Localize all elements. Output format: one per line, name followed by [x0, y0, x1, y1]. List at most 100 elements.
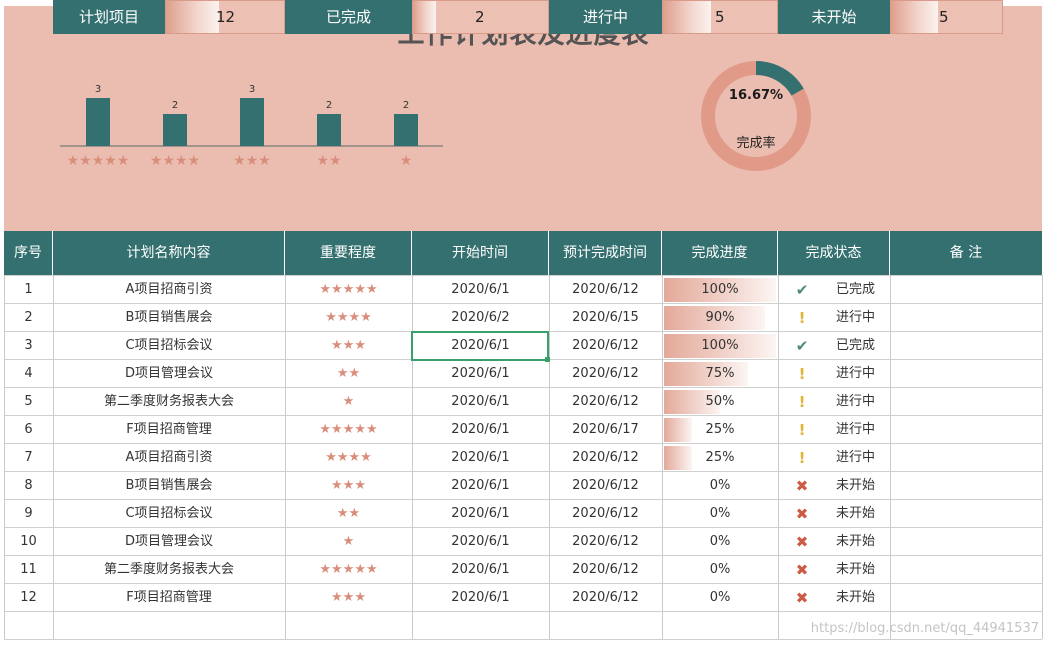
- row-number-cell[interactable]: 9: [4, 500, 53, 528]
- column-header[interactable]: 计划名称内容: [53, 231, 285, 275]
- progress-cell[interactable]: 0%: [662, 500, 778, 528]
- remarks-cell[interactable]: [890, 444, 1042, 472]
- due-date-cell[interactable]: 2020/6/12: [549, 332, 662, 360]
- task-name-cell[interactable]: C项目招标会议: [53, 500, 285, 528]
- remarks-cell[interactable]: [890, 388, 1042, 416]
- table-row[interactable]: 8 B项目销售展会 ★★★ 2020/6/1 2020/6/12 0% ✖ 未开始: [4, 472, 1042, 500]
- row-number-cell[interactable]: 4: [4, 360, 53, 388]
- status-cell[interactable]: ✖ 未开始: [778, 472, 890, 500]
- due-date-cell[interactable]: 2020/6/12: [549, 444, 662, 472]
- due-date-cell[interactable]: 2020/6/12: [549, 500, 662, 528]
- table-row[interactable]: 5 第二季度财务报表大会 ★ 2020/6/1 2020/6/12 50%! 进行中: [4, 388, 1042, 416]
- due-date-cell[interactable]: 2020/6/12: [549, 360, 662, 388]
- column-header[interactable]: 完成状态: [778, 231, 890, 275]
- task-name-cell[interactable]: A项目招商引资: [53, 276, 285, 304]
- task-name-cell[interactable]: B项目销售展会: [53, 304, 285, 332]
- row-number-cell[interactable]: 1: [4, 276, 53, 304]
- progress-cell[interactable]: 25%: [662, 416, 778, 444]
- row-number-cell[interactable]: 8: [4, 472, 53, 500]
- row-number-cell[interactable]: 7: [4, 444, 53, 472]
- progress-cell[interactable]: 90%: [662, 304, 778, 332]
- status-cell[interactable]: ✔ 已完成: [778, 276, 890, 304]
- progress-cell[interactable]: 75%: [662, 360, 778, 388]
- start-date-cell[interactable]: 2020/6/1: [412, 444, 549, 472]
- progress-cell[interactable]: 0%: [662, 472, 778, 500]
- remarks-cell[interactable]: [890, 528, 1042, 556]
- task-name-cell[interactable]: D项目管理会议: [53, 360, 285, 388]
- due-date-cell[interactable]: 2020/6/12: [549, 584, 662, 612]
- due-date-cell[interactable]: 2020/6/15: [549, 304, 662, 332]
- table-row[interactable]: 6 F项目招商管理 ★★★★★ 2020/6/1 2020/6/17 25%! 进行中: [4, 416, 1042, 444]
- status-cell[interactable]: ✔ 已完成: [778, 332, 890, 360]
- remarks-cell[interactable]: [890, 556, 1042, 584]
- importance-stars-cell[interactable]: ★★: [285, 360, 412, 388]
- row-number-cell[interactable]: 5: [4, 388, 53, 416]
- table-row[interactable]: 2 B项目销售展会 ★★★★ 2020/6/2 2020/6/15 90%! 进行中: [4, 304, 1042, 332]
- due-date-cell[interactable]: 2020/6/12: [549, 556, 662, 584]
- status-cell[interactable]: ✖ 未开始: [778, 500, 890, 528]
- column-header[interactable]: 预计完成时间: [549, 231, 662, 275]
- remarks-cell[interactable]: [890, 416, 1042, 444]
- row-number-cell[interactable]: 2: [4, 304, 53, 332]
- column-header[interactable]: 开始时间: [412, 231, 549, 275]
- task-name-cell[interactable]: 第二季度财务报表大会: [53, 388, 285, 416]
- task-name-cell[interactable]: B项目销售展会: [53, 472, 285, 500]
- remarks-cell[interactable]: [890, 304, 1042, 332]
- task-name-cell[interactable]: 第二季度财务报表大会: [53, 556, 285, 584]
- selected-cell[interactable]: [411, 331, 549, 361]
- progress-cell[interactable]: 0%: [662, 584, 778, 612]
- importance-stars-cell[interactable]: ★★★★★: [285, 556, 412, 584]
- fill-handle[interactable]: [545, 357, 550, 362]
- due-date-cell[interactable]: 2020/6/12: [549, 528, 662, 556]
- remarks-cell[interactable]: [890, 500, 1042, 528]
- remarks-cell[interactable]: [890, 332, 1042, 360]
- importance-stars-cell[interactable]: ★★: [285, 500, 412, 528]
- progress-cell[interactable]: 0%: [662, 556, 778, 584]
- table-row[interactable]: 4 D项目管理会议 ★★ 2020/6/1 2020/6/12 75%! 进行中: [4, 360, 1042, 388]
- column-header[interactable]: 序号: [4, 231, 53, 275]
- task-name-cell[interactable]: F项目招商管理: [53, 416, 285, 444]
- importance-stars-cell[interactable]: ★★★★: [285, 304, 412, 332]
- remarks-cell[interactable]: [890, 584, 1042, 612]
- row-number-cell[interactable]: 11: [4, 556, 53, 584]
- start-date-cell[interactable]: 2020/6/1: [412, 472, 549, 500]
- task-name-cell[interactable]: D项目管理会议: [53, 528, 285, 556]
- table-row[interactable]: 9 C项目招标会议 ★★ 2020/6/1 2020/6/12 0% ✖ 未开始: [4, 500, 1042, 528]
- importance-stars-cell[interactable]: ★★★★★: [285, 276, 412, 304]
- start-date-cell[interactable]: 2020/6/1: [412, 416, 549, 444]
- status-cell[interactable]: ! 进行中: [778, 360, 890, 388]
- progress-cell[interactable]: 50%: [662, 388, 778, 416]
- importance-stars-cell[interactable]: ★: [285, 388, 412, 416]
- due-date-cell[interactable]: 2020/6/12: [549, 472, 662, 500]
- progress-cell[interactable]: 0%: [662, 528, 778, 556]
- status-cell[interactable]: ✖ 未开始: [778, 528, 890, 556]
- table-row[interactable]: 7 A项目招商引资 ★★★★ 2020/6/1 2020/6/12 25%! 进行中: [4, 444, 1042, 472]
- task-name-cell[interactable]: F项目招商管理: [53, 584, 285, 612]
- column-header[interactable]: 备 注: [890, 231, 1042, 275]
- start-date-cell[interactable]: 2020/6/1: [412, 388, 549, 416]
- progress-cell[interactable]: 100%: [662, 332, 778, 360]
- task-name-cell[interactable]: A项目招商引资: [53, 444, 285, 472]
- importance-stars-cell[interactable]: ★★★: [285, 332, 412, 360]
- status-cell[interactable]: ! 进行中: [778, 416, 890, 444]
- row-number-cell[interactable]: 12: [4, 584, 53, 612]
- table-row[interactable]: 11 第二季度财务报表大会 ★★★★★ 2020/6/1 2020/6/12 0% ✖ 未开始: [4, 556, 1042, 584]
- progress-cell[interactable]: 25%: [662, 444, 778, 472]
- start-date-cell[interactable]: 2020/6/1: [412, 276, 549, 304]
- start-date-cell[interactable]: 2020/6/1: [412, 360, 549, 388]
- importance-stars-cell[interactable]: ★★★: [285, 472, 412, 500]
- importance-stars-cell[interactable]: ★: [285, 528, 412, 556]
- importance-stars-cell[interactable]: ★★★: [285, 584, 412, 612]
- importance-stars-cell[interactable]: ★★★★: [285, 444, 412, 472]
- table-row[interactable]: 10 D项目管理会议 ★ 2020/6/1 2020/6/12 0% ✖ 未开始: [4, 528, 1042, 556]
- task-name-cell[interactable]: C项目招标会议: [53, 332, 285, 360]
- start-date-cell[interactable]: 2020/6/2: [412, 304, 549, 332]
- start-date-cell[interactable]: 2020/6/1: [412, 556, 549, 584]
- table-row[interactable]: 1 A项目招商引资 ★★★★★ 2020/6/1 2020/6/12 100% ✔ 已完成: [4, 276, 1042, 304]
- remarks-cell[interactable]: [890, 276, 1042, 304]
- importance-stars-cell[interactable]: ★★★★★: [285, 416, 412, 444]
- progress-cell[interactable]: 100%: [662, 276, 778, 304]
- column-header[interactable]: 重要程度: [285, 231, 412, 275]
- remarks-cell[interactable]: [890, 472, 1042, 500]
- column-header[interactable]: 完成进度: [662, 231, 778, 275]
